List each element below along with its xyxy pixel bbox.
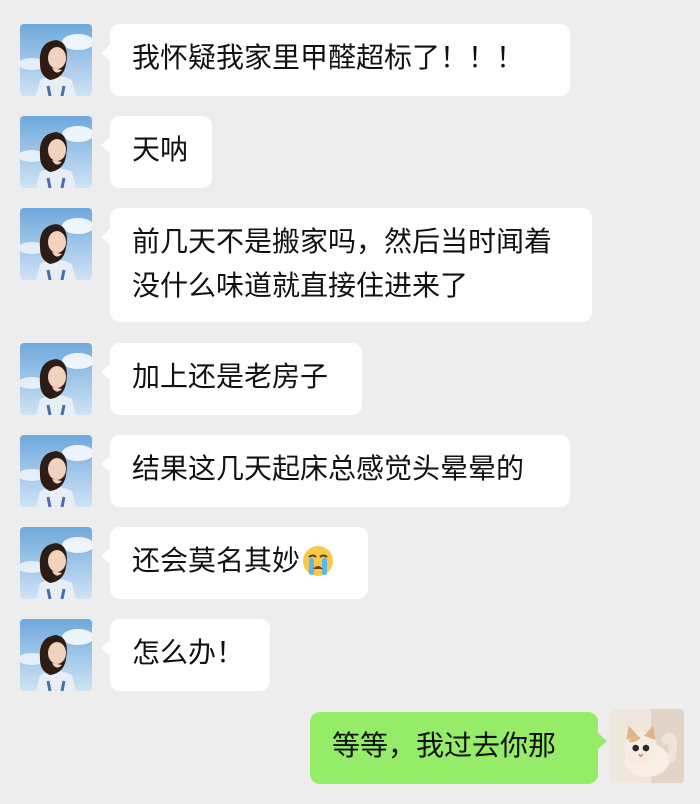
crying-face-emoji-icon [302,545,334,590]
message-bubble[interactable]: 还会莫名其妙 [101,527,368,599]
message-bubble-self[interactable]: 等等，我过去你那 [310,712,607,784]
message-text: 怎么办！ [132,636,245,669]
woman-sky-avatar-icon [20,619,92,691]
message-bubble[interactable]: 前几天不是搬家吗，然后当时闻着 没什么味道就直接住进来了 [101,208,592,322]
contact-avatar[interactable] [20,208,92,280]
woman-sky-avatar-icon [20,24,92,96]
message-bubble[interactable]: 结果这几天起床总感觉头晕晕的 [101,435,570,507]
contact-avatar[interactable] [20,619,92,691]
contact-avatar[interactable] [20,527,92,599]
message-text: 加上还是老房子 [132,360,329,393]
message-text: 还会莫名其妙 [132,544,301,577]
message-text: 前几天不是搬家吗，然后当时闻着 [132,225,553,258]
woman-sky-avatar-icon [20,343,92,415]
message-bubble[interactable]: 我怀疑我家里甲醛超标了！！！ [101,24,570,96]
contact-avatar[interactable] [20,435,92,507]
contact-avatar[interactable] [20,343,92,415]
message-text: 没什么味道就直接住进来了 [132,269,469,302]
woman-sky-avatar-icon [20,435,92,507]
message-bubble[interactable]: 怎么办！ [101,619,270,691]
contact-avatar[interactable] [20,24,92,96]
woman-sky-avatar-icon [20,208,92,280]
woman-sky-avatar-icon [20,527,92,599]
contact-avatar[interactable] [20,116,92,188]
woman-sky-avatar-icon [20,116,92,188]
message-bubble[interactable]: 天呐 [101,116,212,188]
self-avatar[interactable] [610,709,684,783]
message-text: 等等，我过去你那 [332,729,557,762]
message-text: 结果这几天起床总感觉头晕晕的 [132,452,525,485]
message-text: 我怀疑我家里甲醛超标了！！！ [132,41,525,74]
message-bubble[interactable]: 加上还是老房子 [101,343,362,415]
message-text: 天呐 [132,133,189,166]
kitten-avatar-icon [610,709,684,783]
